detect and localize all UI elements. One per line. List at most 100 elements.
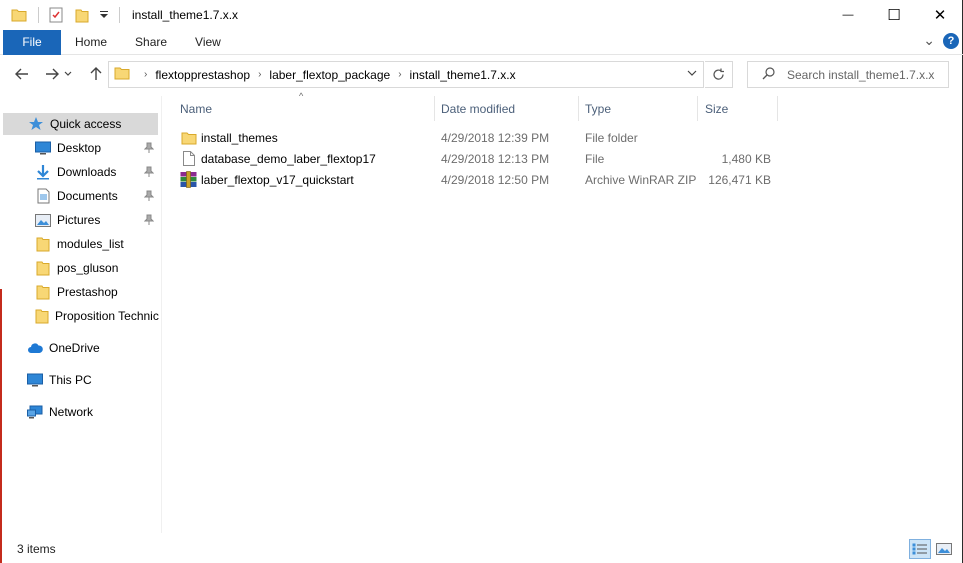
breadcrumb-flextopprestashop[interactable]: flextopprestashop [155,68,250,82]
view-switcher [909,539,955,559]
file-name: install_themes [201,130,278,145]
sidebar-item-label: Prestashop [57,285,118,299]
search-input[interactable] [787,67,947,82]
folder-icon [35,236,51,252]
arrow-up-icon [90,67,102,80]
up-button[interactable] [86,64,106,84]
window-title: install_theme1.7.x.x [132,8,239,22]
sidebar-item-label: OneDrive [49,341,100,355]
folder-icon [35,284,51,300]
sidebar-item-this-pc[interactable]: This PC [3,369,158,391]
sidebar-item-label: Documents [57,189,118,203]
title-bar: install_theme1.7.x.x — ☐ ✕ [0,0,963,30]
sidebar-item-documents[interactable]: Documents [3,185,158,207]
sidebar-item-pos-gluson[interactable]: pos_gluson [3,257,158,279]
tab-home[interactable]: Home [61,30,121,55]
folder-icon [35,260,51,276]
winrar-icon [180,169,197,190]
sidebar-item-modules-list[interactable]: modules_list [3,233,158,255]
tab-view[interactable]: View [181,30,235,55]
refresh-button[interactable] [705,61,733,88]
file-size: 126,471 KB [708,172,771,187]
address-bar[interactable]: › flextopprestashop › laber_flextop_pack… [108,61,704,88]
document-icon [35,188,51,204]
file-row-install-themes[interactable]: install_themes 4/29/2018 12:39 PM File f… [176,127,796,148]
file-date: 4/29/2018 12:50 PM [441,172,550,187]
arrow-left-icon [15,68,28,80]
details-view-button[interactable] [909,539,931,559]
sidebar-item-network[interactable]: Network [3,401,158,423]
new-folder-icon[interactable] [73,6,91,24]
address-dropdown-icon[interactable] [687,68,697,79]
sidebar-item-prestashop[interactable]: Prestashop [3,281,158,303]
file-name: laber_flextop_v17_quickstart [201,172,354,187]
sidebar-item-desktop[interactable]: Desktop [3,137,158,159]
sidebar-item-label: modules_list [57,237,124,251]
close-button[interactable]: ✕ [917,0,963,30]
file-date: 4/29/2018 12:39 PM [441,130,550,145]
sidebar-item-pictures[interactable]: Pictures [3,209,158,231]
sidebar-item-label: Proposition Technic [55,309,159,323]
breadcrumb-laber-flextop-package[interactable]: laber_flextop_package [269,68,390,82]
sidebar-item-downloads[interactable]: Downloads [3,161,158,183]
column-divider[interactable] [777,96,778,121]
column-divider[interactable] [434,96,435,121]
navigation-bar: › flextopprestashop › laber_flextop_pack… [0,58,963,90]
folder-icon [181,127,197,148]
quick-access-toolbar [0,0,128,30]
sidebar-item-quick-access[interactable]: Quick access [3,113,158,135]
cloud-icon [27,340,43,356]
background-red-strip [0,289,2,563]
breadcrumb-install-theme[interactable]: install_theme1.7.x.x [410,68,516,82]
sidebar-item-proposition-technic[interactable]: Proposition Technic [3,305,159,327]
recent-locations-button[interactable] [62,64,74,84]
minimize-button[interactable]: — [825,0,871,30]
pin-icon[interactable] [143,214,155,228]
status-bar: 3 items [3,536,961,563]
maximize-button[interactable]: ☐ [871,0,917,30]
expand-ribbon-icon[interactable]: ⌄ [923,32,935,49]
pin-icon[interactable] [143,142,155,156]
computer-icon [27,372,43,388]
properties-icon[interactable] [47,6,65,24]
large-icons-view-button[interactable] [933,539,955,559]
details-view-icon [912,543,927,555]
tab-file[interactable]: File [3,29,61,55]
chevron-right-icon[interactable]: › [144,69,147,80]
toolbar-separator [119,7,120,23]
help-icon[interactable]: ? [943,32,959,49]
chevron-right-icon[interactable]: › [398,69,401,80]
file-list: ^ Name Date modified Type Size install_t… [162,91,962,533]
file-row-database-demo[interactable]: database_demo_laber_flextop17 4/29/2018 … [176,148,796,169]
ribbon-right: ⌄ ? [923,32,959,49]
chevron-down-icon [64,71,72,76]
sidebar-item-label: Downloads [57,165,117,179]
chevron-right-icon[interactable]: › [258,69,261,80]
pin-icon[interactable] [143,166,155,180]
customize-toolbar-icon[interactable] [99,6,109,24]
file-row-quickstart[interactable]: laber_flextop_v17_quickstart 4/29/2018 1… [176,169,796,190]
column-header-size[interactable]: Size [705,96,777,121]
column-divider[interactable] [578,96,579,121]
column-header-name[interactable]: Name [180,96,435,121]
column-header-date[interactable]: Date modified [441,96,579,121]
large-icons-view-icon [936,543,952,555]
desktop-icon [35,140,51,156]
tab-share[interactable]: Share [121,30,181,55]
sidebar-item-onedrive[interactable]: OneDrive [3,337,158,359]
navigation-pane: Quick access Desktop Downloads Documents [3,96,161,533]
ribbon-tabs: File Home Share View ⌄ ? [0,29,963,55]
pin-icon[interactable] [143,190,155,204]
back-button[interactable] [12,64,32,84]
star-icon [28,116,44,132]
folder-icon [35,308,49,324]
sidebar-item-label: Desktop [57,141,102,155]
sidebar-item-label: pos_gluson [57,261,119,275]
file-type: File folder [585,130,638,145]
column-header-type[interactable]: Type [585,96,697,121]
refresh-icon [713,68,724,80]
forward-button[interactable] [42,64,62,84]
search-box[interactable] [747,61,949,88]
file-size: 1,480 KB [721,151,771,166]
column-divider[interactable] [697,96,698,121]
